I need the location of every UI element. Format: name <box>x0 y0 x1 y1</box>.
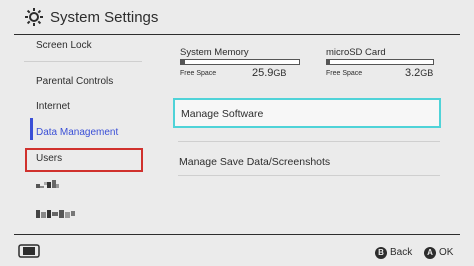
system-memory-free-label: Free Space <box>180 70 217 77</box>
user-avatar-item[interactable] <box>36 180 62 190</box>
sidebar-item-users-highlight[interactable]: Users <box>25 148 143 172</box>
sidebar-active-indicator <box>30 118 33 140</box>
a-button-icon[interactable]: A <box>424 247 436 259</box>
footer-divider <box>14 234 460 235</box>
b-button-icon[interactable]: B <box>375 247 387 259</box>
menu-divider <box>178 175 440 176</box>
sidebar-item-internet[interactable]: Internet <box>36 101 70 112</box>
menu-divider <box>178 141 440 142</box>
microsd-free-value: 3.2GB <box>405 67 434 79</box>
manage-save-data-button[interactable]: Manage Save Data/Screenshots <box>179 156 330 168</box>
header-bar: System Settings <box>0 0 474 35</box>
manage-software-button[interactable]: Manage Software <box>173 98 441 128</box>
sidebar-item-data-management[interactable]: Data Management <box>36 127 118 138</box>
sidebar-item-screen-lock[interactable]: Screen Lock <box>36 40 92 51</box>
user-avatar-item[interactable] <box>36 208 80 220</box>
microsd-bar <box>326 59 434 65</box>
microsd-label: microSD Card <box>326 47 386 58</box>
system-memory-free-value: 25.9GB <box>252 67 287 79</box>
sidebar-item-parental-controls[interactable]: Parental Controls <box>36 76 113 87</box>
manage-software-label: Manage Software <box>181 108 264 120</box>
system-memory-bar <box>180 59 300 65</box>
gear-icon <box>25 8 43 26</box>
system-memory-label: System Memory <box>180 47 249 58</box>
sidebar-item-users[interactable]: Users <box>36 153 62 164</box>
switch-console-icon <box>18 244 40 258</box>
page-title: System Settings <box>50 9 159 26</box>
ok-button[interactable]: OK <box>439 247 453 258</box>
microsd-bar-fill <box>327 60 331 64</box>
microsd-free-label: Free Space <box>326 70 363 77</box>
back-button[interactable]: Back <box>390 247 412 258</box>
sidebar-divider <box>24 61 142 62</box>
main-panel: System Memory Free Space 25.9GB microSD … <box>160 35 474 235</box>
system-memory-bar-fill <box>181 60 185 64</box>
